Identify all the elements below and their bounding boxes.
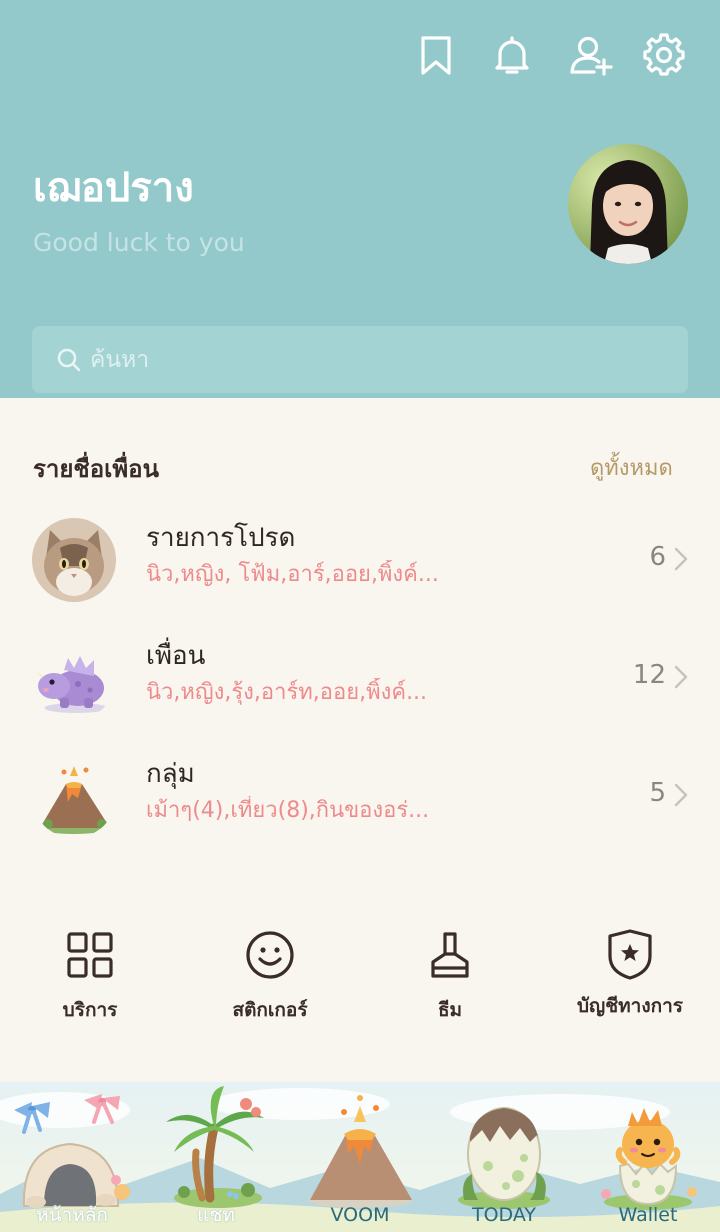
- shortcut-label: บริการ: [62, 999, 118, 1021]
- list-item-count: 6: [649, 542, 666, 572]
- search-icon: [57, 348, 81, 372]
- list-item-count: 12: [632, 660, 666, 690]
- nav-voom[interactable]: VOOM: [288, 1082, 432, 1232]
- nav-label: Wallet: [618, 1204, 678, 1226]
- bottom-nav: หน้าหลัก แชท VOOM TODAY Wallet: [0, 1082, 720, 1232]
- nav-today[interactable]: TODAY: [432, 1082, 576, 1232]
- search-bar[interactable]: [32, 326, 688, 393]
- cat-avatar: [32, 518, 116, 602]
- profile-header: เฌอปราง Good luck to you: [0, 0, 720, 398]
- list-item-title: เพื่อน: [146, 641, 206, 671]
- nav-home[interactable]: หน้าหลัก: [0, 1082, 144, 1232]
- friends-section-title: รายชื่อเพื่อน: [33, 455, 159, 483]
- bell-icon[interactable]: [489, 32, 535, 78]
- avatar[interactable]: [568, 144, 688, 264]
- shortcut-official-accounts[interactable]: บัญชีทางการ: [550, 924, 710, 1034]
- shortcut-services[interactable]: บริการ: [10, 924, 170, 1034]
- list-item-subtitle: นิว,หญิง,รุ้ง,อาร์ท,ออย,พิ้งค์...: [146, 680, 428, 705]
- list-item-title: รายการโปรด: [146, 523, 296, 553]
- bookmark-icon[interactable]: [413, 32, 459, 78]
- search-input[interactable]: [90, 326, 670, 393]
- dinosaur-avatar: [32, 636, 116, 720]
- chevron-right-icon: [674, 783, 688, 807]
- nav-label: TODAY: [472, 1204, 536, 1226]
- smiley-icon: [246, 931, 294, 979]
- profile-name[interactable]: เฌอปราง: [33, 160, 194, 216]
- nav-chat[interactable]: แชท: [144, 1082, 288, 1232]
- volcano-avatar: [32, 754, 116, 838]
- nav-label: หน้าหลัก: [36, 1204, 108, 1226]
- list-item-groups[interactable]: กลุ่ม เม้าๆ(4),เที่ยว(8),กินของอร่... 5: [0, 738, 720, 848]
- chevron-right-icon: [674, 665, 688, 689]
- list-item-subtitle: เม้าๆ(4),เที่ยว(8),กินของอร่...: [146, 798, 430, 823]
- brush-icon: [431, 932, 469, 978]
- gear-icon[interactable]: [641, 32, 687, 78]
- add-friend-icon[interactable]: [568, 32, 614, 78]
- list-item-friends[interactable]: เพื่อน นิว,หญิง,รุ้ง,อาร์ท,ออย,พิ้งค์...…: [0, 620, 720, 730]
- grid-icon: [67, 932, 113, 978]
- shortcut-label: ธีม: [437, 999, 463, 1021]
- see-all-link[interactable]: ดูทั้งหมด: [590, 452, 673, 486]
- nav-label: VOOM: [330, 1204, 390, 1226]
- nav-label: แชท: [197, 1204, 235, 1226]
- list-item-title: กลุ่ม: [146, 759, 195, 789]
- nav-wallet[interactable]: Wallet: [576, 1082, 720, 1232]
- shortcut-stickers[interactable]: สติกเกอร์: [190, 924, 350, 1034]
- profile-status-message[interactable]: Good luck to you: [33, 226, 245, 260]
- shortcut-label: บัญชีทางการ: [577, 995, 683, 1017]
- shortcut-themes[interactable]: ธีม: [370, 924, 530, 1034]
- chevron-right-icon: [674, 547, 688, 571]
- shortcut-label: สติกเกอร์: [232, 999, 308, 1021]
- shield-star-icon: [608, 929, 652, 980]
- list-item-favorites[interactable]: รายการโปรด นิว,หญิง, โฟ้ม,อาร์,ออย,พิ้งค…: [0, 502, 720, 612]
- list-item-subtitle: นิว,หญิง, โฟ้ม,อาร์,ออย,พิ้งค์...: [146, 562, 439, 587]
- list-item-count: 5: [649, 778, 666, 808]
